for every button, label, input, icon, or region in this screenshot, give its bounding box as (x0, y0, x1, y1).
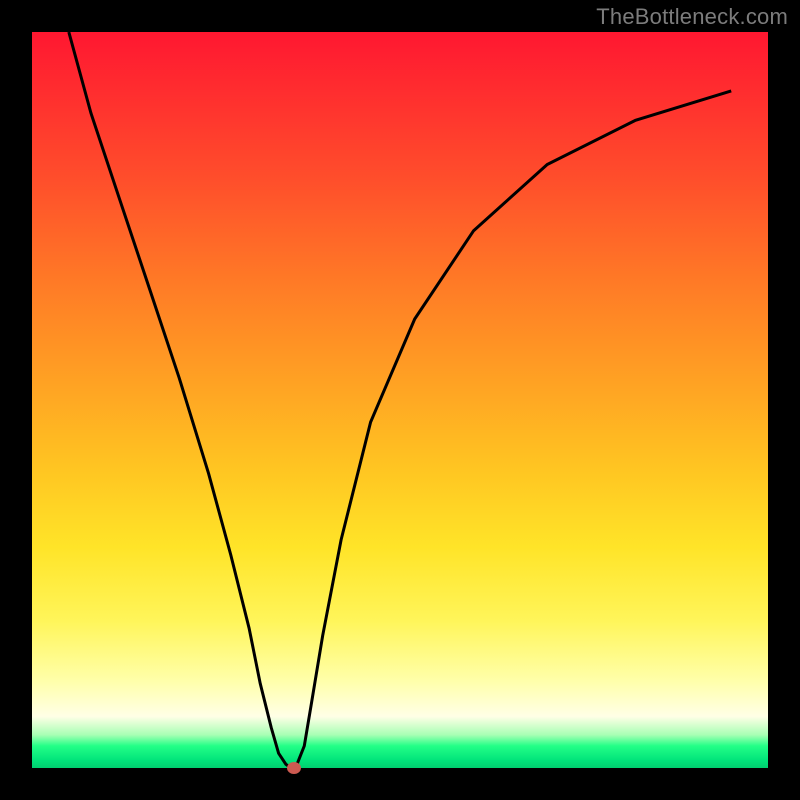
watermark-text: TheBottleneck.com (596, 4, 788, 30)
plot-area (32, 32, 768, 768)
chart-frame: TheBottleneck.com (0, 0, 800, 800)
bottleneck-curve (69, 32, 731, 768)
curve-svg (32, 32, 768, 768)
optimal-point-marker (287, 762, 301, 774)
